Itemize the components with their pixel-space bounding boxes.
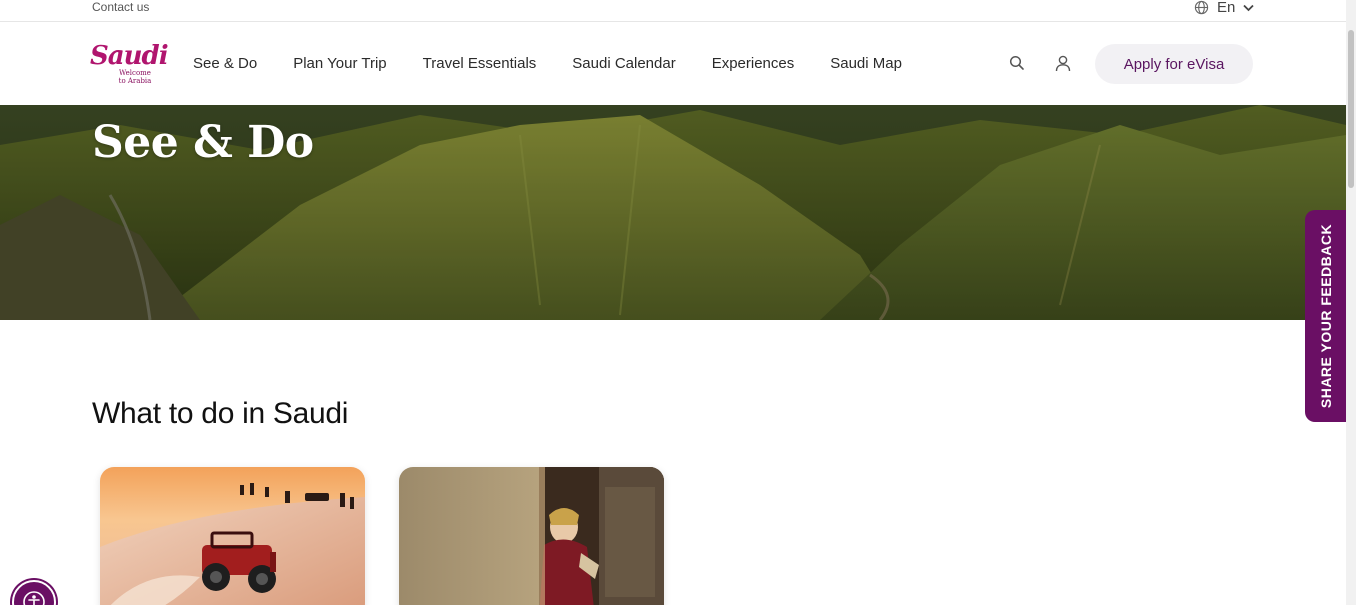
contact-us-link[interactable]: Contact us [92,0,149,14]
nav-link-experiences[interactable]: Experiences [712,55,795,72]
saudi-logo[interactable]: Saudi Welcome to Arabia [90,41,169,86]
heritage-girl-image [399,467,664,605]
logo-tagline-line2: to Arabia [118,77,152,85]
nav-links: See & Do Plan Your Trip Travel Essential… [193,55,938,72]
desert-jeep-image [100,467,365,605]
nav-link-saudi-map[interactable]: Saudi Map [830,55,902,72]
hero-title: See & Do [92,117,314,168]
activity-card-desert[interactable] [100,467,365,605]
logo-tagline-line1: Welcome [119,69,151,77]
page: Contact us En Saudi Welcome to Arabia Se… [0,0,1356,605]
feedback-label: SHARE YOUR FEEDBACK [1318,223,1335,409]
activity-card-heritage[interactable] [399,467,664,605]
page-scrollbar[interactable] [1346,0,1356,605]
utility-bar: Contact us En [0,0,1346,22]
language-switcher[interactable]: En [1194,0,1254,16]
nav-link-travel-essentials[interactable]: Travel Essentials [423,55,537,72]
chevron-down-icon [1243,4,1254,12]
main-navbar: Saudi Welcome to Arabia See & Do Plan Yo… [0,22,1346,105]
logo-wordmark: Saudi [90,41,169,71]
nav-link-see-do[interactable]: See & Do [193,55,257,72]
nav-link-saudi-calendar[interactable]: Saudi Calendar [572,55,675,72]
language-label: En [1217,0,1236,16]
accessibility-button[interactable] [12,580,56,605]
apply-evisa-button[interactable]: Apply for eVisa [1095,44,1253,84]
search-icon[interactable] [1009,55,1027,73]
user-icon[interactable] [1055,55,1073,73]
share-feedback-tab[interactable]: SHARE YOUR FEEDBACK [1305,210,1347,422]
hero-banner: See & Do [0,105,1346,320]
globe-icon [1194,0,1209,15]
section-title: What to do in Saudi [92,397,349,430]
nav-link-plan-your-trip[interactable]: Plan Your Trip [293,55,386,72]
scrollbar-thumb[interactable] [1348,30,1354,188]
logo-tagline: Welcome to Arabia [117,69,153,85]
